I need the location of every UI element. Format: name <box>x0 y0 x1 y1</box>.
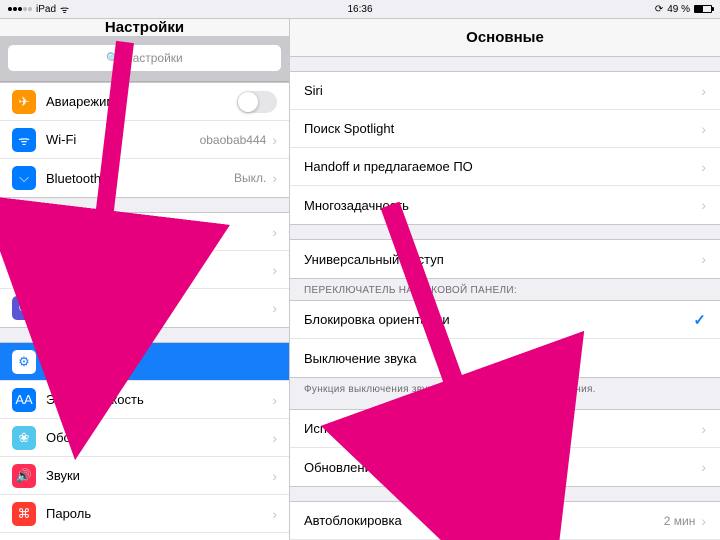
detail-row[interactable]: Обновление контента› <box>290 448 720 486</box>
sidebar-item-notif[interactable]: ☐ Уведомления› <box>0 213 289 251</box>
detail-row-label: Выключение звука <box>304 351 706 366</box>
chevron-right-icon: › <box>701 459 706 475</box>
sound-icon: 🔊 <box>12 464 36 488</box>
detail-row-label: Блокировка ориентации <box>304 312 693 327</box>
detail-title: Основные <box>290 19 720 57</box>
airplane-toggle[interactable] <box>237 91 277 113</box>
sidebar-item-pass[interactable]: ⌘ Пароль› <box>0 495 289 533</box>
detail-row[interactable]: Поиск Spotlight› <box>290 110 720 148</box>
detail-row[interactable]: Автоблокировка2 мин › <box>290 502 720 540</box>
detail-row-value: 2 мин <box>664 514 696 528</box>
detail-row[interactable]: Блокировка ориентации✓ <box>290 301 720 339</box>
sidebar-item-airplane[interactable]: ✈ Авиарежим <box>0 83 289 121</box>
detail-pane: Основные Siri›Поиск Spotlight›Handoff и … <box>290 19 720 540</box>
airplane-icon: ✈ <box>12 90 36 114</box>
sidebar-title: Настройки <box>0 19 289 37</box>
pass-icon: ⌘ <box>12 502 36 526</box>
sidebar-item-label: Не беспокоить <box>46 301 272 316</box>
checkmark-icon: ✓ <box>693 311 706 329</box>
section-footer: Функция выключения звука доступна в Пунк… <box>290 378 720 395</box>
sidebar-item-label: Звуки <box>46 468 272 483</box>
detail-row[interactable]: Универсальный доступ› <box>290 240 720 278</box>
detail-row[interactable]: Использование хранилища и iCloud› <box>290 410 720 448</box>
sidebar-item-wall[interactable]: ❀ Обои› <box>0 419 289 457</box>
general-icon: ⚙ <box>12 350 36 374</box>
chevron-right-icon: › <box>701 121 706 137</box>
chevron-right-icon: › <box>701 513 706 529</box>
sidebar-item-label: Bluetooth <box>46 171 228 186</box>
sidebar-item-label: Пункт управления <box>46 262 272 277</box>
detail-row[interactable]: Handoff и предлагаемое ПО› <box>290 148 720 186</box>
detail-row-label: Handoff и предлагаемое ПО <box>304 159 701 174</box>
sidebar-item-sound[interactable]: 🔊 Звуки› <box>0 457 289 495</box>
chevron-right-icon: › <box>272 392 277 408</box>
sidebar-item-label: Wi-Fi <box>46 132 194 147</box>
detail-row[interactable]: Выключение звука <box>290 339 720 377</box>
detail-row-label: Универсальный доступ <box>304 252 701 267</box>
chevron-right-icon: › <box>701 197 706 213</box>
sidebar-item-value: Выкл. <box>234 171 266 185</box>
search-input[interactable]: 🔍 Настройки <box>8 45 281 71</box>
section-header: ПЕРЕКЛЮЧАТЕЛЬ НА БОКОВОЙ ПАНЕЛИ: <box>290 279 720 296</box>
sidebar-item-label: Уведомления <box>46 224 272 239</box>
sidebar-item-wifi[interactable]: ᯤ Wi-Fi obaobab444 › <box>0 121 289 159</box>
detail-row-label: Siri <box>304 83 701 98</box>
sidebar-item-batt[interactable]: ▮Аккумулятор› <box>0 533 289 540</box>
chevron-right-icon: › <box>272 430 277 446</box>
chevron-right-icon: › <box>272 468 277 484</box>
detail-row[interactable]: Siri› <box>290 72 720 110</box>
dnd-icon: ☾ <box>12 296 36 320</box>
sidebar-item-general[interactable]: ⚙ Основные <box>0 343 289 381</box>
detail-row-label: Многозадачность <box>304 198 701 213</box>
sidebar-item-label: Пароль <box>46 506 272 521</box>
sidebar-item-label: Обои <box>46 430 272 445</box>
sidebar: Настройки 🔍 Настройки ✈ Авиарежим ᯤ Wi-Fi ob… <box>0 19 290 540</box>
chevron-right-icon: › <box>272 506 277 522</box>
detail-row-label: Обновление контента <box>304 460 701 475</box>
sidebar-item-label: Основные <box>46 354 277 369</box>
search-icon: 🔍 <box>106 52 120 65</box>
chevron-right-icon: › <box>701 421 706 437</box>
detail-row[interactable]: Многозадачность› <box>290 186 720 224</box>
battery-icon <box>694 5 712 13</box>
wifi-icon: ᯤ <box>12 128 36 152</box>
sidebar-item-label: Экран и яркость <box>46 392 272 407</box>
wall-icon: ❀ <box>12 426 36 450</box>
chevron-right-icon: › <box>272 224 277 240</box>
detail-row-label: Использование хранилища и iCloud <box>304 421 701 436</box>
chevron-right-icon: › <box>272 300 277 316</box>
sidebar-item-bt[interactable]: ⌵ Bluetooth Выкл. › <box>0 159 289 197</box>
cc-icon: ◎ <box>12 258 36 282</box>
chevron-right-icon: › <box>701 83 706 99</box>
detail-row-label: Поиск Spotlight <box>304 121 701 136</box>
chevron-right-icon: › <box>272 170 277 186</box>
sidebar-item-cc[interactable]: ◎ Пункт управления› <box>0 251 289 289</box>
chevron-right-icon: › <box>701 159 706 175</box>
chevron-right-icon: › <box>272 132 277 148</box>
status-bar: iPad ᯤ 16:36 ⟳ 49 % <box>0 0 720 18</box>
status-time: 16:36 <box>0 4 720 15</box>
sidebar-item-display[interactable]: AA Экран и яркость› <box>0 381 289 419</box>
chevron-right-icon: › <box>272 262 277 278</box>
chevron-right-icon: › <box>701 251 706 267</box>
sidebar-item-label: Авиарежим <box>46 94 237 109</box>
search-placeholder: Настройки <box>124 51 183 65</box>
search-wrap: 🔍 Настройки <box>0 37 289 82</box>
display-icon: AA <box>12 388 36 412</box>
sidebar-item-dnd[interactable]: ☾ Не беспокоить› <box>0 289 289 327</box>
notif-icon: ☐ <box>12 220 36 244</box>
detail-row-label: Автоблокировка <box>304 513 664 528</box>
bt-icon: ⌵ <box>12 166 36 190</box>
sidebar-item-value: obaobab444 <box>200 133 267 147</box>
